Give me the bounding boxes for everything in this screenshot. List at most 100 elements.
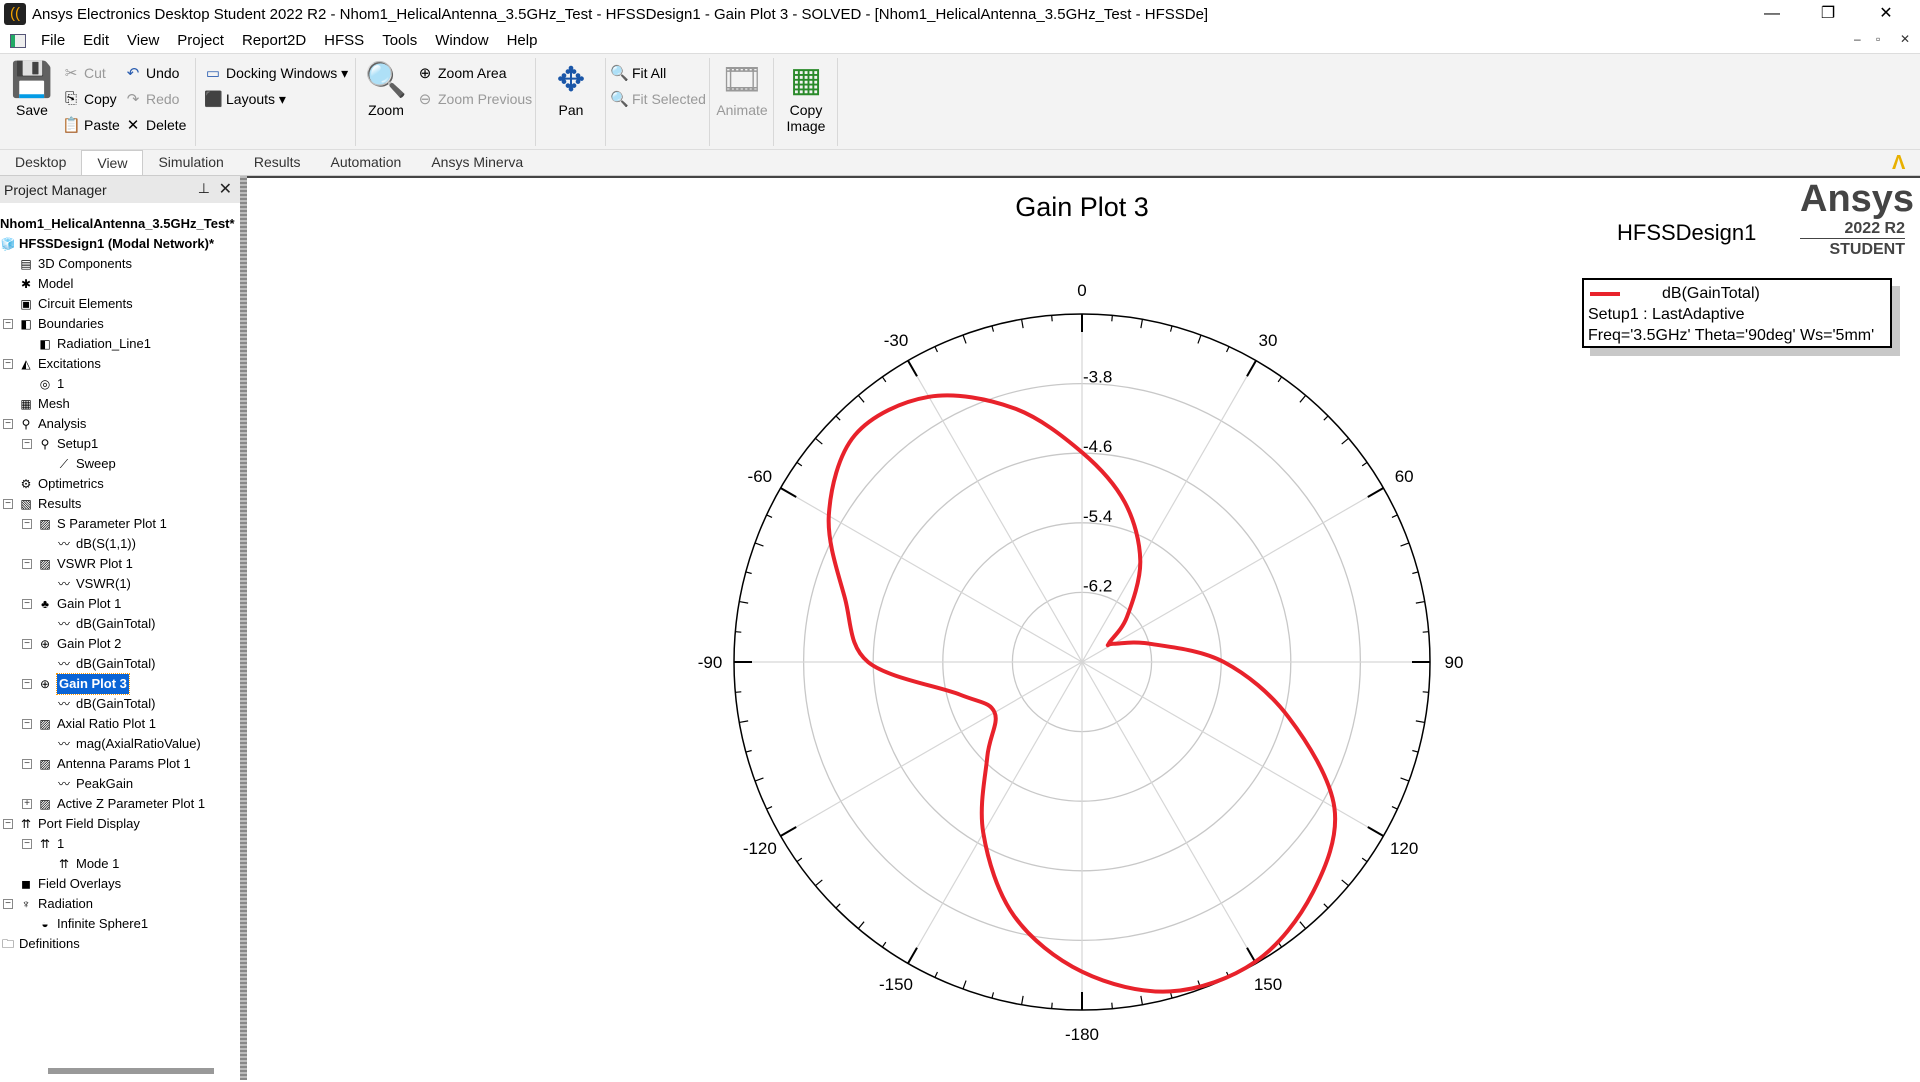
docking-windows-dropdown[interactable]: ▭Docking Windows ▾ (204, 64, 348, 82)
delete-button[interactable]: ✕Delete (124, 116, 186, 134)
tree-item[interactable]: 〰dB(GainTotal) (0, 614, 240, 634)
tab-ansys-minerva[interactable]: Ansys Minerva (416, 150, 538, 175)
cut-button[interactable]: ✂Cut (62, 64, 106, 82)
tree-item[interactable]: 〰mag(AxialRatioValue) (0, 734, 240, 754)
zoom-button[interactable]: 🔍Zoom (362, 58, 410, 118)
tree-item[interactable]: ◎1 (0, 374, 240, 394)
tree-item[interactable]: −⇈Port Field Display (0, 814, 240, 834)
copy-image-button[interactable]: ▦Copy Image (780, 58, 832, 134)
tab-view[interactable]: View (81, 150, 143, 175)
collapse-icon[interactable]: − (3, 819, 13, 829)
close-button[interactable]: ✕ (1858, 0, 1914, 28)
expand-icon[interactable]: + (22, 799, 32, 809)
tree-item[interactable]: ⚙Optimetrics (0, 474, 240, 494)
save-button[interactable]: 💾 Save (8, 58, 56, 118)
tree-item[interactable]: ◒Infinite Sphere1 (0, 914, 240, 934)
tree-item[interactable]: ✱Model (0, 274, 240, 294)
tab-desktop[interactable]: Desktop (0, 150, 81, 175)
copy-button[interactable]: ⎘Copy (62, 90, 117, 107)
collapse-icon[interactable]: − (22, 719, 32, 729)
tree-item[interactable]: −⊕Gain Plot 3 (0, 674, 240, 694)
collapse-icon[interactable]: − (22, 679, 32, 689)
panel-splitter[interactable] (240, 176, 247, 1080)
close-panel-icon[interactable]: ✕ (219, 179, 232, 199)
collapse-icon[interactable]: − (22, 599, 32, 609)
mdi-close-button[interactable]: ✕ (1900, 32, 1910, 46)
menu-view[interactable]: View (118, 32, 168, 49)
horizontal-scrollbar[interactable] (48, 1068, 214, 1074)
tree-item[interactable]: −▨Antenna Params Plot 1 (0, 754, 240, 774)
menu-report2d[interactable]: Report2D (233, 32, 315, 49)
collapse-icon[interactable]: − (3, 419, 13, 429)
menu-project[interactable]: Project (168, 32, 233, 49)
tree-item[interactable]: −▧Results (0, 494, 240, 514)
tree-item[interactable]: ▦Mesh (0, 394, 240, 414)
menu-edit[interactable]: Edit (74, 32, 118, 49)
angle-tick-label: -150 (879, 975, 913, 994)
zoom-area-button[interactable]: ⊕Zoom Area (416, 64, 506, 82)
tree-item[interactable]: 〰PeakGain (0, 774, 240, 794)
collapse-icon[interactable]: − (22, 439, 32, 449)
mdi-minimize-button[interactable]: – (1854, 32, 1861, 46)
tree-item[interactable]: Nhom1_HelicalAntenna_3.5GHz_Test* (0, 214, 240, 234)
tree-item[interactable]: ◧Radiation_Line1 (0, 334, 240, 354)
collapse-icon[interactable]: − (3, 359, 13, 369)
layouts-dropdown[interactable]: ⬛Layouts ▾ (204, 90, 286, 108)
tree-item[interactable]: 〰VSWR(1) (0, 574, 240, 594)
menu-tools[interactable]: Tools (373, 32, 426, 49)
tree-item[interactable]: −▨S Parameter Plot 1 (0, 514, 240, 534)
collapse-icon[interactable]: − (22, 639, 32, 649)
collapse-icon[interactable]: − (3, 899, 13, 909)
tree-item[interactable]: −◭Excitations (0, 354, 240, 374)
mdi-restore-button[interactable]: ▫ (1876, 32, 1880, 46)
tree-item[interactable]: 〰dB(GainTotal) (0, 654, 240, 674)
fit-selected-button[interactable]: 🔍Fit Selected (610, 90, 706, 108)
tree-item[interactable]: 〰dB(GainTotal) (0, 694, 240, 714)
tab-automation[interactable]: Automation (316, 150, 417, 175)
collapse-icon[interactable]: − (22, 559, 32, 569)
animate-button[interactable]: 🎞Animate (714, 58, 770, 118)
minimize-button[interactable]: — (1744, 0, 1800, 28)
tree-item[interactable]: +▨Active Z Parameter Plot 1 (0, 794, 240, 814)
tree-item[interactable]: 〰dB(S(1,1)) (0, 534, 240, 554)
tree-item[interactable]: 🗀Definitions (0, 934, 240, 954)
tree-item[interactable]: −♣Gain Plot 1 (0, 594, 240, 614)
menu-help[interactable]: Help (498, 32, 547, 49)
restore-button[interactable]: ❐ (1800, 0, 1856, 28)
zoom-previous-button[interactable]: ⊖Zoom Previous (416, 90, 532, 108)
tree-item[interactable]: ▤3D Components (0, 254, 240, 274)
tree-item[interactable]: −⚲Analysis (0, 414, 240, 434)
chart-legend[interactable]: dB(GainTotal) Setup1 : LastAdaptive Freq… (1582, 278, 1892, 348)
tree-item[interactable]: −▨VSWR Plot 1 (0, 554, 240, 574)
menu-hfss[interactable]: HFSS (315, 32, 373, 49)
collapse-icon[interactable]: − (3, 499, 13, 509)
redo-button[interactable]: ↷Redo (124, 90, 179, 108)
tree-item[interactable]: −⊕Gain Plot 2 (0, 634, 240, 654)
tree-item[interactable]: −▨Axial Ratio Plot 1 (0, 714, 240, 734)
collapse-icon[interactable]: − (22, 759, 32, 769)
pan-button[interactable]: ✥Pan (546, 58, 596, 118)
document-icon[interactable] (10, 34, 26, 48)
undo-button[interactable]: ↶Undo (124, 64, 179, 82)
menu-file[interactable]: File (32, 32, 74, 49)
paste-button[interactable]: 📋Paste (62, 116, 120, 134)
tree-item[interactable]: −♆Radiation (0, 894, 240, 914)
tree-item-label: Radiation (38, 894, 93, 914)
pin-icon[interactable]: ⊥ (198, 180, 210, 197)
tree-item[interactable]: ⇈Mode 1 (0, 854, 240, 874)
tree-item[interactable]: ▣Circuit Elements (0, 294, 240, 314)
tree-item[interactable]: 🧊HFSSDesign1 (Modal Network)* (0, 234, 240, 254)
tree-item[interactable]: −◧Boundaries (0, 314, 240, 334)
collapse-icon[interactable]: − (22, 839, 32, 849)
tab-simulation[interactable]: Simulation (143, 150, 238, 175)
tab-results[interactable]: Results (239, 150, 316, 175)
collapse-icon[interactable]: − (3, 319, 13, 329)
tree-item[interactable]: ◼Field Overlays (0, 874, 240, 894)
tree-item[interactable]: −⇈1 (0, 834, 240, 854)
tree-item[interactable]: −⚲Setup1 (0, 434, 240, 454)
tree-item[interactable]: ⟋Sweep (0, 454, 240, 474)
collapse-icon[interactable]: − (22, 519, 32, 529)
tree-node-icon: ♆ (18, 896, 34, 912)
menu-window[interactable]: Window (426, 32, 497, 49)
fit-all-button[interactable]: 🔍Fit All (610, 64, 666, 82)
